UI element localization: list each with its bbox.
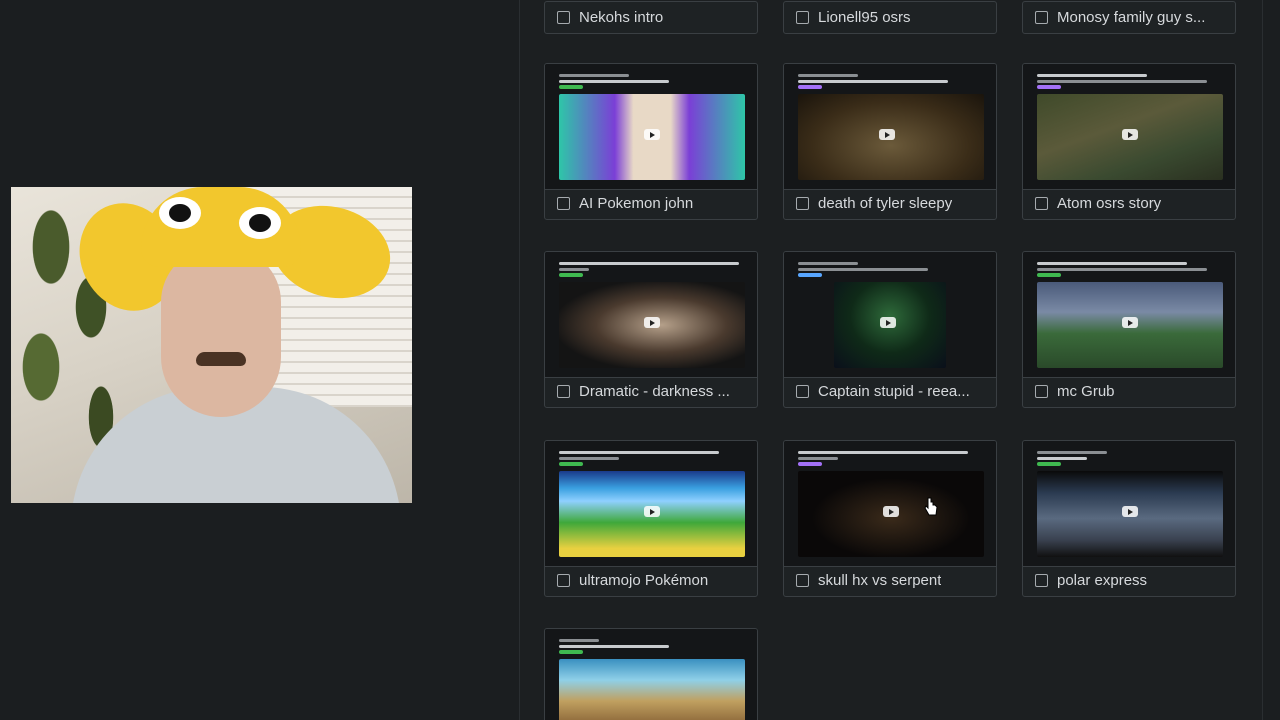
select-checkbox[interactable] [1035,197,1048,210]
play-icon[interactable] [1122,506,1138,517]
select-checkbox[interactable] [796,197,809,210]
video-thumbnail[interactable] [545,252,757,378]
card-label: ultramojo Pokémon [579,572,709,589]
select-checkbox[interactable] [557,11,570,24]
card-label-row: polar express [1023,565,1235,596]
card-label: Monosy family guy s... [1057,9,1206,26]
card-label-row: death of tyler sleepy [784,188,996,219]
play-icon[interactable] [644,506,660,517]
card-label-row: Lionell95 osrs [784,2,996,33]
submission-card[interactable]: ultramojo Pokémon [544,440,758,597]
card-label-row: Monosy family guy s... [1023,2,1235,33]
screen: Nekohs intro Lionell95 osrs Monosy famil… [0,0,1280,720]
card-label-row: Atom osrs story [1023,188,1235,219]
play-icon[interactable] [1122,129,1138,140]
select-checkbox[interactable] [557,197,570,210]
card-label: Lionell95 osrs [818,9,911,26]
card-label-row: Nekohs intro [545,2,757,33]
card-label-row: mc Grub [1023,376,1235,407]
select-checkbox[interactable] [796,574,809,587]
select-checkbox[interactable] [557,574,570,587]
submission-card[interactable]: mc Grub [1022,251,1236,408]
submission-card[interactable] [544,628,758,720]
video-thumbnail[interactable] [1023,441,1235,567]
video-thumbnail[interactable] [545,629,757,720]
submission-card[interactable]: polar express [1022,440,1236,597]
video-thumbnail[interactable] [784,252,996,378]
video-thumbnail[interactable] [784,441,996,567]
play-icon[interactable] [1122,317,1138,328]
webcam-overlay [11,187,412,503]
card-label-row: skull hx vs serpent [784,565,996,596]
hand-cursor-icon [924,497,938,516]
select-checkbox[interactable] [1035,11,1048,24]
card-label: polar express [1057,572,1148,589]
select-checkbox[interactable] [796,11,809,24]
card-label: mc Grub [1057,383,1115,400]
select-checkbox[interactable] [1035,574,1048,587]
submission-card[interactable]: Dramatic - darkness ... [544,251,758,408]
card-label: Dramatic - darkness ... [579,383,730,400]
play-icon[interactable] [879,129,895,140]
play-icon[interactable] [883,506,899,517]
card-label: Captain stupid - reea... [818,383,970,400]
streamer-face [161,247,281,417]
card-label: Atom osrs story [1057,195,1162,212]
submission-card[interactable]: Nekohs intro [544,1,758,34]
submission-card[interactable]: Lionell95 osrs [783,1,997,34]
card-label: skull hx vs serpent [818,572,942,589]
select-checkbox[interactable] [557,385,570,398]
play-icon[interactable] [880,317,896,328]
card-label: Nekohs intro [579,9,664,26]
mustache [196,352,246,366]
submission-card[interactable]: Monosy family guy s... [1022,1,1236,34]
card-label-row: Dramatic - darkness ... [545,376,757,407]
video-thumbnail[interactable] [1023,252,1235,378]
hat-eye-left [159,197,201,229]
submission-card[interactable]: skull hx vs serpent [783,440,997,597]
select-checkbox[interactable] [1035,385,1048,398]
submission-card[interactable]: Atom osrs story [1022,63,1236,220]
play-icon[interactable] [644,317,660,328]
video-thumbnail[interactable] [1023,64,1235,190]
card-label-row: ultramojo Pokémon [545,565,757,596]
hat-eye-right [239,207,281,239]
play-icon[interactable] [644,129,660,140]
card-label-row: AI Pokemon john [545,188,757,219]
card-label: AI Pokemon john [579,195,694,212]
video-thumbnail[interactable] [545,441,757,567]
card-label: death of tyler sleepy [818,195,953,212]
card-label-row: Captain stupid - reea... [784,376,996,407]
video-thumbnail[interactable] [784,64,996,190]
submission-card[interactable]: Captain stupid - reea... [783,251,997,408]
submission-card[interactable]: death of tyler sleepy [783,63,997,220]
select-checkbox[interactable] [796,385,809,398]
video-thumbnail[interactable] [545,64,757,190]
submission-card[interactable]: AI Pokemon john [544,63,758,220]
submissions-panel: Nekohs intro Lionell95 osrs Monosy famil… [519,0,1263,720]
